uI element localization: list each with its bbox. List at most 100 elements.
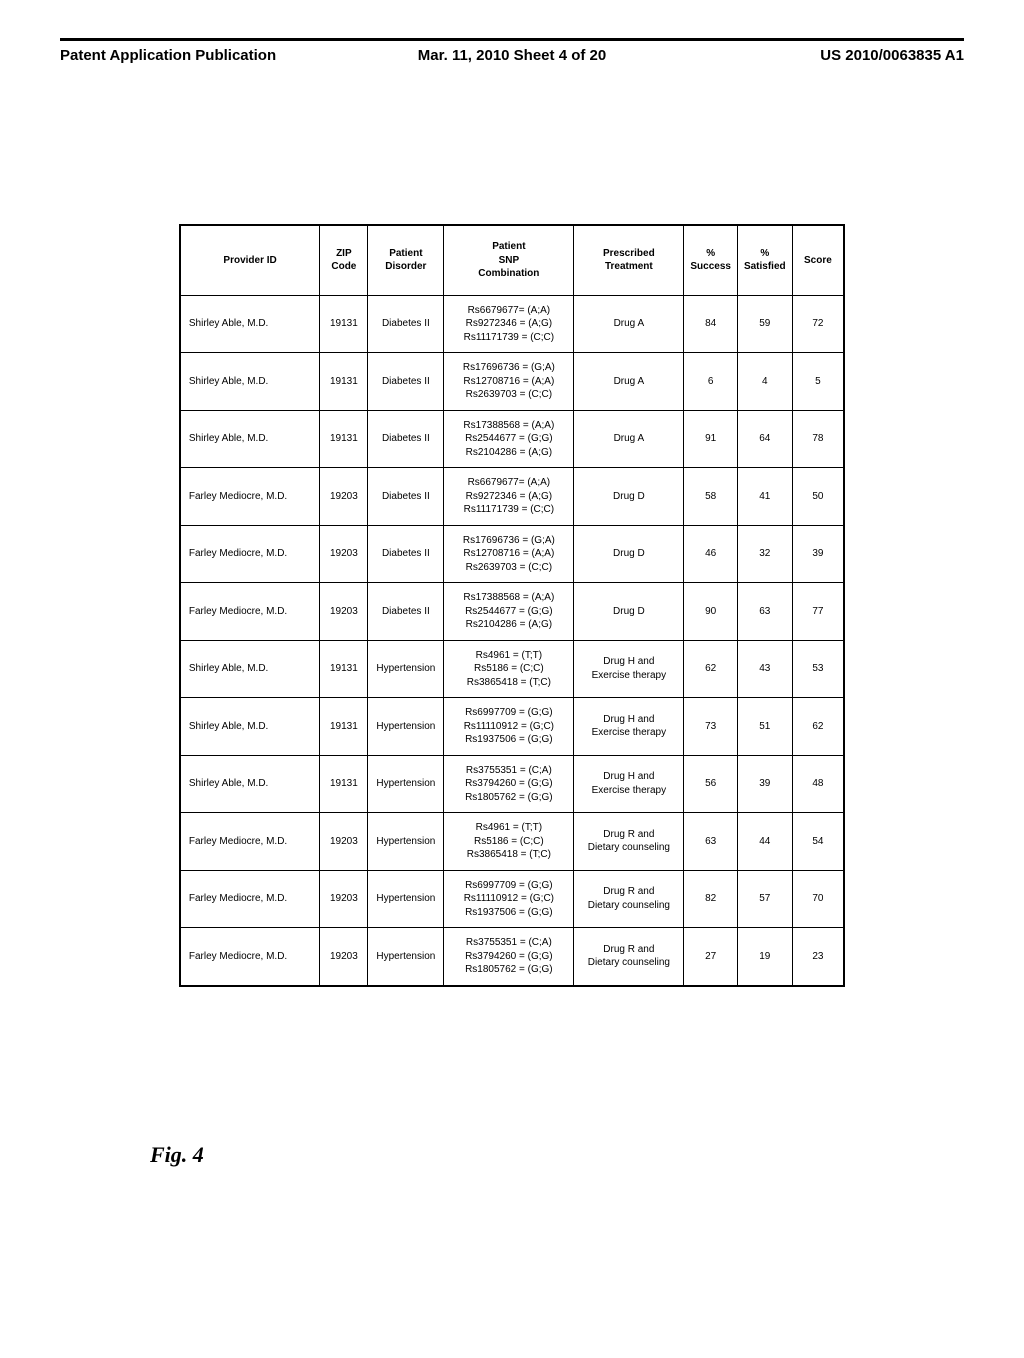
cell-snp: Rs4961 = (T;T)Rs5186 = (C;C)Rs3865418 = … <box>444 640 574 698</box>
cell-treatment: Drug H andExercise therapy <box>574 755 684 813</box>
cell-zip: 19203 <box>320 813 368 871</box>
cell-success: 27 <box>684 928 738 986</box>
cell-disorder: Hypertension <box>368 928 444 986</box>
cell-satisfied: 4 <box>737 353 792 411</box>
cell-provider: Farley Mediocre, M.D. <box>180 525 320 583</box>
col-treatment: PrescribedTreatment <box>574 225 684 295</box>
cell-provider: Shirley Able, M.D. <box>180 698 320 756</box>
cell-provider: Farley Mediocre, M.D. <box>180 928 320 986</box>
cell-score: 50 <box>792 468 844 526</box>
col-satisfied: %Satisfied <box>737 225 792 295</box>
cell-zip: 19131 <box>320 640 368 698</box>
cell-snp: Rs17388568 = (A;A)Rs2544677 = (G;G)Rs210… <box>444 583 574 641</box>
col-snp: PatientSNPCombination <box>444 225 574 295</box>
cell-success: 6 <box>684 353 738 411</box>
cell-snp: Rs4961 = (T;T)Rs5186 = (C;C)Rs3865418 = … <box>444 813 574 871</box>
cell-score: 5 <box>792 353 844 411</box>
cell-success: 63 <box>684 813 738 871</box>
cell-provider: Shirley Able, M.D. <box>180 755 320 813</box>
cell-satisfied: 43 <box>737 640 792 698</box>
cell-zip: 19203 <box>320 583 368 641</box>
cell-disorder: Hypertension <box>368 870 444 928</box>
cell-zip: 19131 <box>320 410 368 468</box>
cell-treatment: Drug A <box>574 295 684 353</box>
table-row: Farley Mediocre, M.D.19203Diabetes IIRs1… <box>180 583 844 641</box>
table-container: Provider ID ZIPCode PatientDisorder Pati… <box>60 224 964 987</box>
table-row: Farley Mediocre, M.D.19203Diabetes IIRs1… <box>180 525 844 583</box>
table-row: Shirley Able, M.D.19131Diabetes IIRs1738… <box>180 410 844 468</box>
cell-zip: 19131 <box>320 295 368 353</box>
provider-data-table: Provider ID ZIPCode PatientDisorder Pati… <box>179 224 845 987</box>
cell-satisfied: 39 <box>737 755 792 813</box>
cell-satisfied: 44 <box>737 813 792 871</box>
table-body: Shirley Able, M.D.19131Diabetes IIRs6679… <box>180 295 844 986</box>
cell-zip: 19131 <box>320 353 368 411</box>
cell-provider: Shirley Able, M.D. <box>180 410 320 468</box>
cell-treatment: Drug A <box>574 410 684 468</box>
cell-satisfied: 63 <box>737 583 792 641</box>
figure-label: Fig. 4 <box>150 1142 204 1168</box>
cell-disorder: Hypertension <box>368 640 444 698</box>
cell-zip: 19203 <box>320 525 368 583</box>
cell-disorder: Diabetes II <box>368 410 444 468</box>
cell-treatment: Drug D <box>574 583 684 641</box>
cell-success: 84 <box>684 295 738 353</box>
cell-score: 70 <box>792 870 844 928</box>
cell-provider: Shirley Able, M.D. <box>180 640 320 698</box>
cell-success: 82 <box>684 870 738 928</box>
col-disorder: PatientDisorder <box>368 225 444 295</box>
cell-zip: 19203 <box>320 928 368 986</box>
table-row: Farley Mediocre, M.D.19203Diabetes IIRs6… <box>180 468 844 526</box>
cell-treatment: Drug A <box>574 353 684 411</box>
cell-disorder: Diabetes II <box>368 583 444 641</box>
cell-provider: Farley Mediocre, M.D. <box>180 870 320 928</box>
cell-provider: Shirley Able, M.D. <box>180 353 320 411</box>
table-header-row: Provider ID ZIPCode PatientDisorder Pati… <box>180 225 844 295</box>
cell-treatment: Drug D <box>574 525 684 583</box>
cell-zip: 19203 <box>320 468 368 526</box>
cell-snp: Rs6679677= (A;A)Rs9272346 = (A;G)Rs11171… <box>444 295 574 353</box>
cell-treatment: Drug H andExercise therapy <box>574 698 684 756</box>
col-score: Score <box>792 225 844 295</box>
cell-provider: Farley Mediocre, M.D. <box>180 583 320 641</box>
table-row: Shirley Able, M.D.19131Diabetes IIRs1769… <box>180 353 844 411</box>
cell-zip: 19203 <box>320 870 368 928</box>
cell-treatment: Drug D <box>574 468 684 526</box>
cell-disorder: Hypertension <box>368 698 444 756</box>
cell-score: 62 <box>792 698 844 756</box>
cell-provider: Farley Mediocre, M.D. <box>180 813 320 871</box>
table-row: Shirley Able, M.D.19131HypertensionRs496… <box>180 640 844 698</box>
cell-score: 53 <box>792 640 844 698</box>
table-row: Farley Mediocre, M.D.19203HypertensionRs… <box>180 928 844 986</box>
cell-success: 91 <box>684 410 738 468</box>
cell-score: 48 <box>792 755 844 813</box>
cell-treatment: Drug R andDietary counseling <box>574 870 684 928</box>
cell-satisfied: 59 <box>737 295 792 353</box>
header-doc-number: US 2010/0063835 A1 <box>663 47 964 64</box>
cell-snp: Rs17388568 = (A;A)Rs2544677 = (G;G)Rs210… <box>444 410 574 468</box>
cell-satisfied: 41 <box>737 468 792 526</box>
header-publication: Patent Application Publication <box>60 47 361 64</box>
header-sheet-info: Mar. 11, 2010 Sheet 4 of 20 <box>361 47 662 64</box>
cell-score: 72 <box>792 295 844 353</box>
cell-snp: Rs6679677= (A;A)Rs9272346 = (A;G)Rs11171… <box>444 468 574 526</box>
cell-success: 62 <box>684 640 738 698</box>
cell-score: 39 <box>792 525 844 583</box>
cell-snp: Rs6997709 = (G;G)Rs11110912 = (G;C)Rs193… <box>444 698 574 756</box>
cell-disorder: Diabetes II <box>368 295 444 353</box>
cell-snp: Rs3755351 = (C;A)Rs3794260 = (G;G)Rs1805… <box>444 928 574 986</box>
cell-disorder: Diabetes II <box>368 468 444 526</box>
cell-snp: Rs3755351 = (C;A)Rs3794260 = (G;G)Rs1805… <box>444 755 574 813</box>
cell-score: 23 <box>792 928 844 986</box>
cell-snp: Rs17696736 = (G;A)Rs12708716 = (A;A)Rs26… <box>444 525 574 583</box>
cell-treatment: Drug H andExercise therapy <box>574 640 684 698</box>
cell-disorder: Diabetes II <box>368 353 444 411</box>
cell-zip: 19131 <box>320 755 368 813</box>
cell-score: 78 <box>792 410 844 468</box>
cell-snp: Rs17696736 = (G;A)Rs12708716 = (A;A)Rs26… <box>444 353 574 411</box>
cell-success: 46 <box>684 525 738 583</box>
cell-satisfied: 64 <box>737 410 792 468</box>
cell-satisfied: 32 <box>737 525 792 583</box>
table-row: Shirley Able, M.D.19131HypertensionRs699… <box>180 698 844 756</box>
cell-score: 54 <box>792 813 844 871</box>
